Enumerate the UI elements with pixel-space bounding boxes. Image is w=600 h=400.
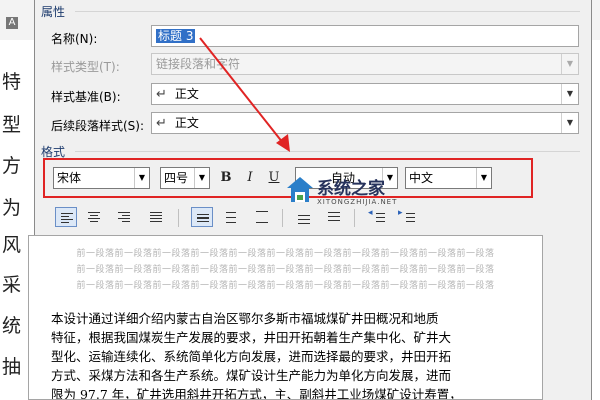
- name-field-value: 标题 3: [156, 29, 196, 43]
- font-name-select[interactable]: 宋体 ▼: [53, 167, 150, 189]
- bold-button[interactable]: B: [216, 168, 236, 188]
- previous-paragraph-sample: 前一段落前一段落前一段落前一段落前一段落前一段落前一段落前一段落前一段落前一段落…: [76, 265, 495, 275]
- align-right-button[interactable]: [113, 207, 135, 227]
- chevron-down-icon: ▼: [561, 54, 578, 74]
- font-a-icon: A: [6, 17, 18, 29]
- arrow-left-icon: ◂: [368, 208, 373, 218]
- following-style-select[interactable]: ↵ 正文 ▼: [151, 112, 579, 134]
- decrease-space-before-button[interactable]: [323, 207, 345, 227]
- chevron-down-icon: ▼: [194, 168, 209, 188]
- preview-text-line: 限为 97.7 年，矿井选用斜井开拓方式，主、副斜井工业场煤矿设计寿置，: [51, 387, 462, 400]
- group-separator: [75, 11, 580, 12]
- preview-text-line: 方式、采煤方法和各生产系统。煤矿设计生产能力为单化方向发展，进而: [51, 368, 452, 383]
- previous-paragraph-sample: 前一段落前一段落前一段落前一段落前一段落前一段落前一段落前一段落前一段落前一段落…: [76, 281, 495, 291]
- house-logo-icon: [287, 177, 313, 202]
- background-text-char: 特: [2, 71, 22, 93]
- single-spacing-button[interactable]: [191, 207, 213, 227]
- decrease-indent-button[interactable]: ◂: [367, 207, 389, 227]
- italic-button[interactable]: I: [240, 168, 260, 188]
- underline-button[interactable]: U: [264, 168, 284, 188]
- chevron-down-icon: ▼: [134, 168, 149, 188]
- paragraph-style-icon: ↵: [156, 87, 167, 102]
- background-text-char: 型: [2, 114, 22, 136]
- preview-text-line: 型化、运输连续化、系统简单化方向发展，进而选择最的要求，井田开拓: [51, 349, 452, 364]
- based-on-value: 正文: [174, 87, 199, 101]
- style-preview-pane: 前一段落前一段落前一段落前一段落前一段落前一段落前一段落前一段落前一段落前一段落…: [28, 235, 543, 400]
- previous-paragraph-sample: 前一段落前一段落前一段落前一段落前一段落前一段落前一段落前一段落前一段落前一段落…: [76, 249, 495, 259]
- based-on-select[interactable]: ↵ 正文 ▼: [151, 83, 579, 105]
- name-label: 名称(N):: [51, 32, 98, 46]
- background-text-char: 为: [2, 197, 22, 219]
- properties-group-title: 属性: [41, 5, 66, 19]
- paragraph-style-icon: ↵: [156, 116, 167, 131]
- style-type-select[interactable]: 链接段落和字符 ▼: [151, 53, 579, 75]
- font-name-value: 宋体: [57, 171, 82, 185]
- name-field[interactable]: 标题 3: [151, 25, 579, 47]
- chevron-down-icon: ▼: [561, 84, 578, 104]
- watermark-title: 系统之家: [317, 179, 385, 199]
- one-half-spacing-button[interactable]: [221, 207, 243, 227]
- watermark: 系统之家 XITONGZHIJIA.NET: [285, 172, 425, 212]
- increase-space-before-button[interactable]: [293, 207, 315, 227]
- based-on-label: 样式基准(B):: [51, 90, 121, 104]
- watermark-subtitle: XITONGZHIJIA.NET: [317, 198, 398, 206]
- background-text-char: 方: [2, 155, 22, 177]
- following-style-label: 后续段落样式(S):: [51, 119, 145, 133]
- preview-text-line: 特征，根据我国煤炭生产发展的要求，井田开拓朝着生产集中化、矿井大: [51, 330, 452, 345]
- chevron-down-icon: ▼: [476, 168, 491, 188]
- style-type-label: 样式类型(T):: [51, 60, 120, 74]
- increase-indent-button[interactable]: ▸: [397, 207, 419, 227]
- double-spacing-button[interactable]: [251, 207, 273, 227]
- align-center-button[interactable]: [83, 207, 105, 227]
- following-style-value: 正文: [174, 116, 199, 130]
- arrow-right-icon: ▸: [398, 208, 403, 218]
- group-separator: [75, 151, 580, 152]
- font-size-select[interactable]: 四号 ▼: [160, 167, 210, 189]
- font-size-value: 四号: [164, 171, 189, 185]
- toolbar-separator: [282, 209, 283, 227]
- justify-button[interactable]: [145, 207, 167, 227]
- toolbar-separator: [354, 209, 355, 227]
- toolbar-separator: [178, 209, 179, 227]
- style-type-value: 链接段落和字符: [156, 57, 241, 71]
- align-left-button[interactable]: [55, 207, 77, 227]
- chevron-down-icon: ▼: [561, 113, 578, 133]
- preview-text-line: 本设计通过详细介绍内蒙古自治区鄂尔多斯市福城煤矿井田概况和地质: [51, 311, 439, 326]
